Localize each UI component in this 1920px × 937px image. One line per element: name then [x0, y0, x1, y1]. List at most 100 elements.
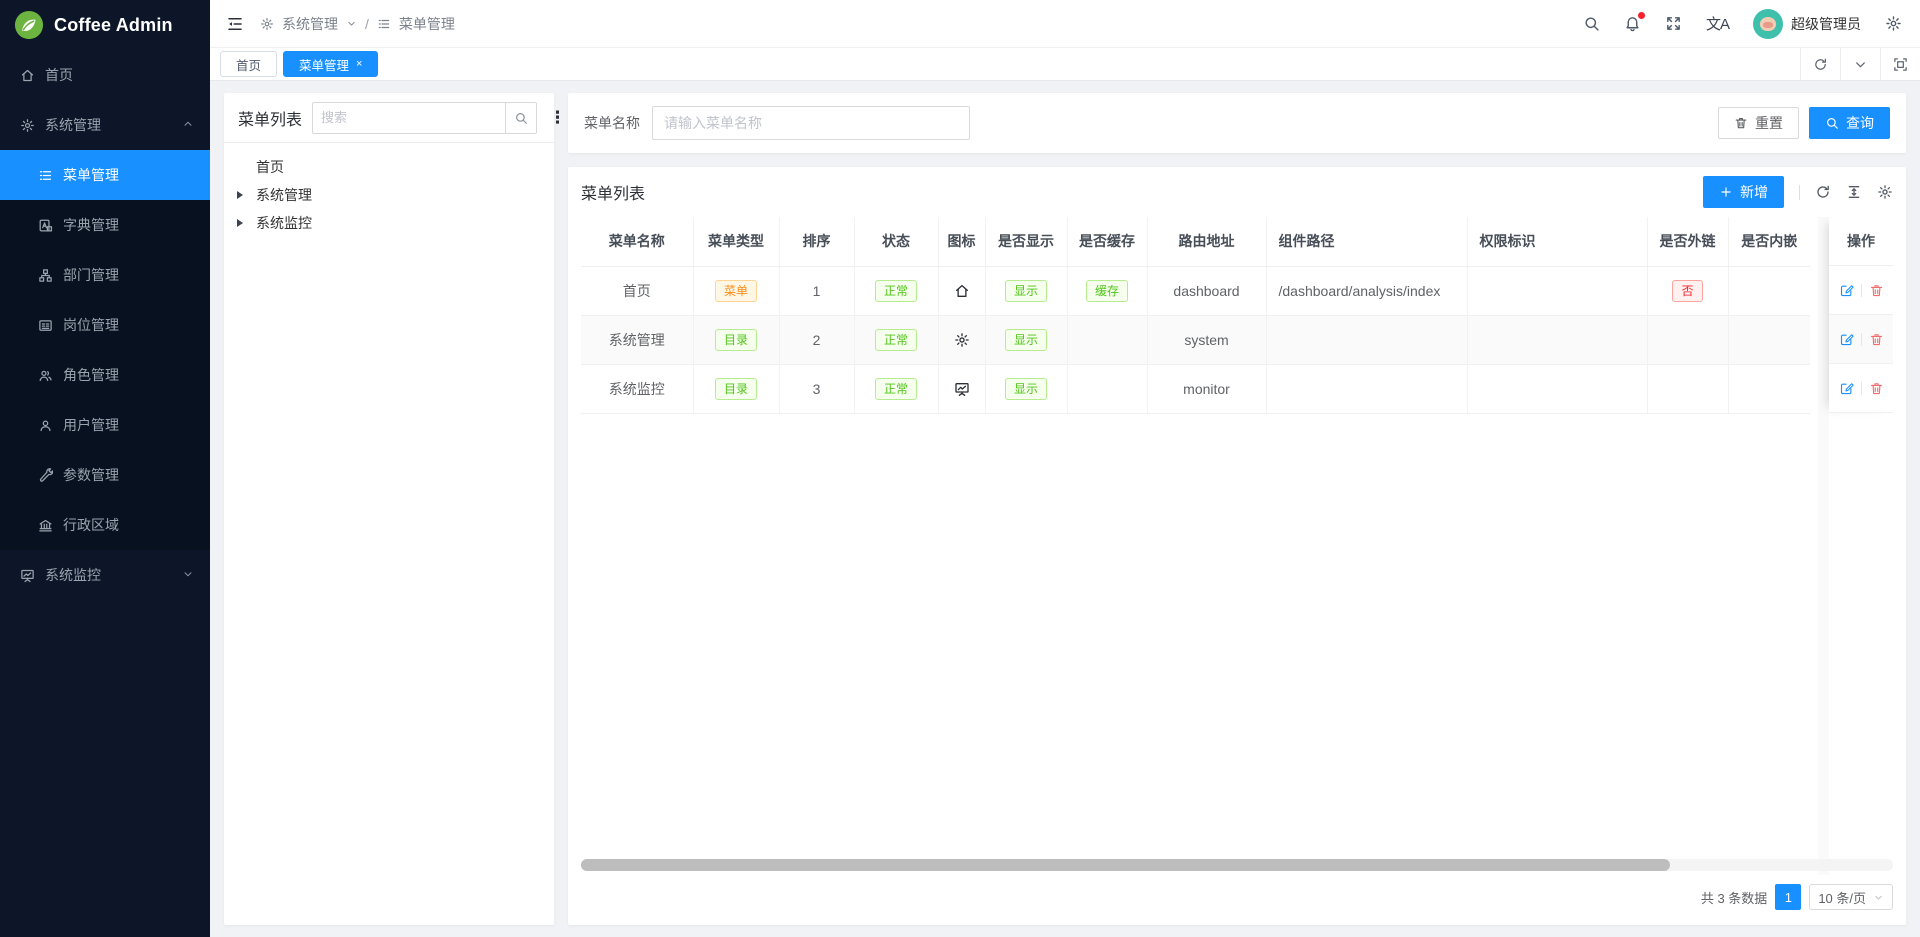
- tab-menu-manage[interactable]: 菜单管理 ×: [283, 51, 378, 77]
- row-height-icon[interactable]: [1846, 184, 1862, 200]
- reset-button[interactable]: 重置: [1718, 107, 1799, 139]
- query-button[interactable]: 查询: [1809, 107, 1890, 139]
- table-row[interactable]: 系统管理 目录 2 正常 显示 system: [581, 315, 1810, 364]
- translate-icon[interactable]: 文A: [1706, 13, 1729, 34]
- sidebar-item-label: 角色管理: [63, 365, 119, 385]
- tree-node-label: 首页: [256, 157, 284, 177]
- chevron-down-icon[interactable]: [346, 16, 357, 32]
- edit-icon[interactable]: [1839, 283, 1854, 298]
- chevron-up-icon: [182, 117, 194, 133]
- tree-panel-title: 菜单列表: [238, 106, 302, 130]
- chevron-down-icon: [182, 567, 194, 583]
- tabbar-actions: [1800, 48, 1920, 80]
- sidebar-item-post-manage[interactable]: 岗位管理: [0, 300, 210, 350]
- menu-table: 菜单名称 菜单类型 排序 状态 图标 是否显示 是否缓存 路由地址 组件路径: [581, 217, 1810, 414]
- sidebar-item-role-manage[interactable]: 角色管理: [0, 350, 210, 400]
- breadcrumb-item-first[interactable]: 系统管理: [282, 14, 338, 34]
- topbar: 系统管理 / 菜单管理 文A 超级管理员: [210, 0, 1920, 48]
- notification-bell-icon[interactable]: [1624, 15, 1641, 32]
- table-row[interactable]: 首页 菜单 1 正常 显示 缓存 dashboard /dashboard/an…: [581, 266, 1810, 315]
- user-icon: [38, 418, 53, 433]
- sidebar-item-monitor[interactable]: 系统监控: [0, 550, 210, 600]
- sidebar-item-dict-manage[interactable]: 字典管理: [0, 200, 210, 250]
- column-settings-gear-icon[interactable]: [1877, 184, 1893, 200]
- refresh-table-icon[interactable]: [1815, 184, 1831, 200]
- tree-node-home[interactable]: 首页: [224, 153, 554, 181]
- sidebar-item-system[interactable]: 系统管理: [0, 100, 210, 150]
- add-button[interactable]: 新增: [1703, 176, 1784, 208]
- search-icon: [514, 111, 528, 125]
- avatar[interactable]: [1753, 9, 1783, 39]
- plus-icon: [1719, 185, 1733, 199]
- table-header-row: 菜单名称 菜单类型 排序 状态 图标 是否显示 是否缓存 路由地址 组件路径: [581, 217, 1810, 266]
- delete-trash-icon[interactable]: [1869, 283, 1884, 298]
- settings-gear-icon[interactable]: [1885, 15, 1902, 32]
- table-empty-space: [581, 414, 1893, 860]
- edit-icon[interactable]: [1839, 332, 1854, 347]
- menu-fold-icon[interactable]: [226, 15, 244, 33]
- cell-embedded: [1728, 266, 1810, 315]
- sidebar-item-region-manage[interactable]: 行政区域: [0, 500, 210, 550]
- topbar-actions: 文A 超级管理员: [1583, 9, 1902, 39]
- cell-route: dashboard: [1147, 266, 1266, 315]
- search-icon: [1825, 116, 1839, 130]
- sidebar-item-label: 首页: [45, 65, 73, 85]
- horizontal-scrollbar-thumb[interactable]: [581, 859, 1670, 871]
- sidebar-item-user-manage[interactable]: 用户管理: [0, 400, 210, 450]
- tree-node-system[interactable]: 系统管理: [224, 181, 554, 209]
- sidebar-item-label: 系统监控: [45, 565, 101, 585]
- user-menu[interactable]: 超级管理员: [1753, 9, 1861, 39]
- sidebar-item-home[interactable]: 首页: [0, 50, 210, 100]
- cache-tag: 缓存: [1086, 280, 1128, 302]
- sidebar-item-menu-manage[interactable]: 菜单管理: [0, 150, 210, 200]
- bank-icon: [38, 518, 53, 533]
- col-header: 路由地址: [1147, 217, 1266, 266]
- caret-right-icon[interactable]: [237, 219, 243, 227]
- cell-embedded: [1728, 364, 1810, 413]
- fullscreen-icon[interactable]: [1665, 15, 1682, 32]
- sidebar-menu: 首页 系统管理 菜单管理 字典管理 部门管理: [0, 50, 210, 600]
- sidebar-submenu: 菜单管理 字典管理 部门管理 岗位管理 角色管理: [0, 150, 210, 550]
- search-form-actions: 重置 查询: [1718, 107, 1890, 139]
- cell-order: 3: [779, 364, 854, 413]
- visible-tag: 显示: [1005, 378, 1047, 400]
- sidebar-item-label: 用户管理: [63, 415, 119, 435]
- page-size-select[interactable]: 10 条/页: [1809, 884, 1893, 910]
- cell-menu-name: 系统管理: [581, 315, 693, 364]
- idcard-icon: [38, 318, 53, 333]
- close-icon[interactable]: ×: [356, 59, 362, 70]
- sidebar-item-label: 系统管理: [45, 115, 101, 135]
- search-icon[interactable]: [1583, 15, 1600, 32]
- cell-route: system: [1147, 315, 1266, 364]
- cell-external: [1647, 315, 1728, 364]
- tree-search-button[interactable]: [505, 102, 537, 134]
- delete-trash-icon[interactable]: [1869, 332, 1884, 347]
- refresh-page-button[interactable]: [1800, 48, 1840, 80]
- board-icon: [954, 381, 970, 397]
- table-row[interactable]: 系统监控 目录 3 正常 显示 monitor: [581, 364, 1810, 413]
- app-logo[interactable]: Coffee Admin: [0, 0, 210, 50]
- sidebar-item-param-manage[interactable]: 参数管理: [0, 450, 210, 500]
- tree-search-input[interactable]: [312, 102, 505, 134]
- col-header: 组件路径: [1266, 217, 1467, 266]
- cell-order: 2: [779, 315, 854, 364]
- menu-name-input[interactable]: [652, 106, 970, 140]
- sidebar-item-label: 参数管理: [63, 465, 119, 485]
- cell-permission: [1467, 315, 1647, 364]
- table-toolbar: 新增: [1703, 176, 1893, 208]
- caret-right-icon[interactable]: [237, 191, 243, 199]
- menu-tree: 首页 系统管理 系统监控: [224, 143, 554, 247]
- status-tag: 正常: [875, 280, 917, 302]
- page-1-button[interactable]: 1: [1775, 884, 1801, 910]
- menu-table-card: 菜单列表 新增: [568, 167, 1906, 925]
- sidebar-item-dept-manage[interactable]: 部门管理: [0, 250, 210, 300]
- tab-options-button[interactable]: [1840, 48, 1880, 80]
- more-options-icon[interactable]: ⋮: [547, 108, 568, 128]
- col-header: 菜单类型: [693, 217, 779, 266]
- tree-node-monitor[interactable]: 系统监控: [224, 209, 554, 237]
- tab-label: 菜单管理: [299, 55, 349, 74]
- tab-home[interactable]: 首页: [220, 51, 277, 77]
- delete-trash-icon[interactable]: [1869, 381, 1884, 396]
- edit-icon[interactable]: [1839, 381, 1854, 396]
- content-fullscreen-button[interactable]: [1880, 48, 1920, 80]
